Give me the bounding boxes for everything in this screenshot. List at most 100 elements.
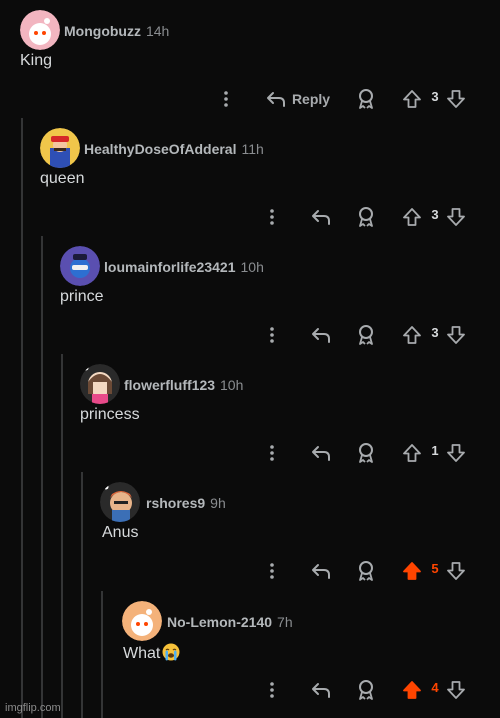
upvote-arrow-filled-icon — [403, 562, 421, 580]
reply-button[interactable] — [310, 205, 332, 229]
reply-button[interactable] — [310, 441, 332, 465]
avatar[interactable] — [60, 246, 100, 286]
upvote-arrow-icon — [403, 208, 421, 226]
comment-meta: rshores9 9h — [146, 495, 226, 511]
reply-button[interactable] — [310, 323, 332, 347]
vote-count: 4 — [431, 680, 439, 695]
username[interactable]: No-Lemon-2140 — [167, 614, 272, 630]
comment-meta: HealthyDoseOfAdderal 11h — [84, 141, 264, 157]
downvote-arrow-icon — [447, 562, 465, 580]
reply-button[interactable] — [310, 559, 332, 583]
upvote-button[interactable] — [402, 678, 422, 702]
comment-body: princess — [80, 406, 140, 423]
downvote-arrow-icon — [447, 208, 465, 226]
reply-label: Reply — [291, 91, 331, 107]
reply-arrow-icon — [312, 210, 330, 225]
downvote-arrow-icon — [447, 444, 465, 462]
more-options-button[interactable] — [262, 678, 282, 702]
username[interactable]: rshores9 — [146, 495, 205, 511]
downvote-arrow-icon — [447, 90, 465, 108]
watermark: imgflip.com — [5, 702, 61, 714]
more-vertical-icon — [224, 91, 228, 107]
reply-arrow-icon — [312, 683, 330, 698]
comment-body: prince — [60, 288, 104, 305]
action-bar: 3 — [0, 203, 500, 231]
downvote-arrow-icon — [447, 326, 465, 344]
more-vertical-icon — [270, 682, 274, 698]
more-options-button[interactable] — [262, 323, 282, 347]
downvote-arrow-icon — [447, 681, 465, 699]
vote-count: 3 — [431, 207, 439, 222]
action-bar: 1 — [0, 439, 500, 467]
avatar[interactable] — [20, 10, 60, 50]
action-bar: Reply 3 — [0, 85, 500, 113]
award-button[interactable] — [354, 323, 378, 347]
timestamp: 11h — [241, 141, 264, 157]
award-button[interactable] — [354, 441, 378, 465]
upvote-button[interactable] — [402, 441, 422, 465]
username[interactable]: loumainforlife23421 — [104, 259, 236, 275]
reply-arrow-icon — [312, 564, 330, 579]
more-options-button[interactable] — [262, 205, 282, 229]
downvote-button[interactable] — [446, 678, 466, 702]
vote-count: 3 — [431, 325, 439, 340]
reply-button[interactable]: Reply — [262, 87, 334, 111]
award-icon — [359, 561, 373, 581]
reply-button[interactable] — [310, 678, 332, 702]
comment-meta: Mongobuzz 14h — [64, 23, 169, 39]
upvote-button[interactable] — [402, 87, 422, 111]
username[interactable]: Mongobuzz — [64, 23, 141, 39]
award-button[interactable] — [354, 559, 378, 583]
upvote-button[interactable] — [402, 323, 422, 347]
comment: flowerfluff123 10h princess 1 — [0, 354, 500, 472]
avatar[interactable] — [100, 482, 140, 522]
comment: Mongobuzz 14h King Reply 3 — [0, 0, 500, 118]
award-icon — [359, 89, 373, 109]
upvote-arrow-icon — [403, 90, 421, 108]
downvote-button[interactable] — [446, 205, 466, 229]
comment: HealthyDoseOfAdderal 11h queen 3 — [0, 118, 500, 236]
downvote-button[interactable] — [446, 559, 466, 583]
upvote-arrow-filled-icon — [403, 681, 421, 699]
award-button[interactable] — [354, 87, 378, 111]
award-button[interactable] — [354, 205, 378, 229]
more-options-button[interactable] — [262, 559, 282, 583]
award-icon — [359, 325, 373, 345]
timestamp: 14h — [145, 23, 170, 39]
reply-arrow-icon — [266, 92, 285, 107]
more-vertical-icon — [270, 209, 274, 225]
more-vertical-icon — [270, 327, 274, 343]
award-button[interactable] — [354, 678, 378, 702]
vote-count: 3 — [431, 89, 439, 104]
timestamp: 10h — [220, 377, 244, 393]
reply-arrow-icon — [312, 446, 330, 461]
username[interactable]: flowerfluff123 — [124, 377, 215, 393]
avatar[interactable] — [40, 128, 80, 168]
downvote-button[interactable] — [446, 87, 466, 111]
upvote-arrow-icon — [403, 326, 421, 344]
upvote-button[interactable] — [402, 559, 422, 583]
downvote-button[interactable] — [446, 323, 466, 347]
timestamp: 7h — [277, 614, 293, 630]
avatar[interactable] — [122, 601, 162, 641]
more-options-button[interactable] — [262, 441, 282, 465]
avatar[interactable] — [80, 364, 120, 404]
vote-count: 1 — [431, 443, 439, 458]
username[interactable]: HealthyDoseOfAdderal — [84, 141, 236, 157]
comment-body: queen — [40, 170, 85, 187]
upvote-button[interactable] — [402, 205, 422, 229]
comment-meta: No-Lemon-2140 7h — [167, 614, 293, 630]
more-vertical-icon — [270, 563, 274, 579]
action-bar: 3 — [0, 321, 500, 349]
timestamp: 10h — [240, 259, 264, 275]
award-icon — [359, 207, 373, 227]
more-vertical-icon — [270, 445, 274, 461]
downvote-button[interactable] — [446, 441, 466, 465]
reply-arrow-icon — [312, 328, 330, 343]
more-options-button[interactable] — [216, 87, 236, 111]
comment: No-Lemon-2140 7h What 4 — [0, 591, 500, 709]
action-bar: 4 — [0, 676, 500, 704]
timestamp: 9h — [210, 495, 226, 511]
vote-count: 5 — [431, 561, 439, 576]
action-bar: 5 — [0, 557, 500, 585]
